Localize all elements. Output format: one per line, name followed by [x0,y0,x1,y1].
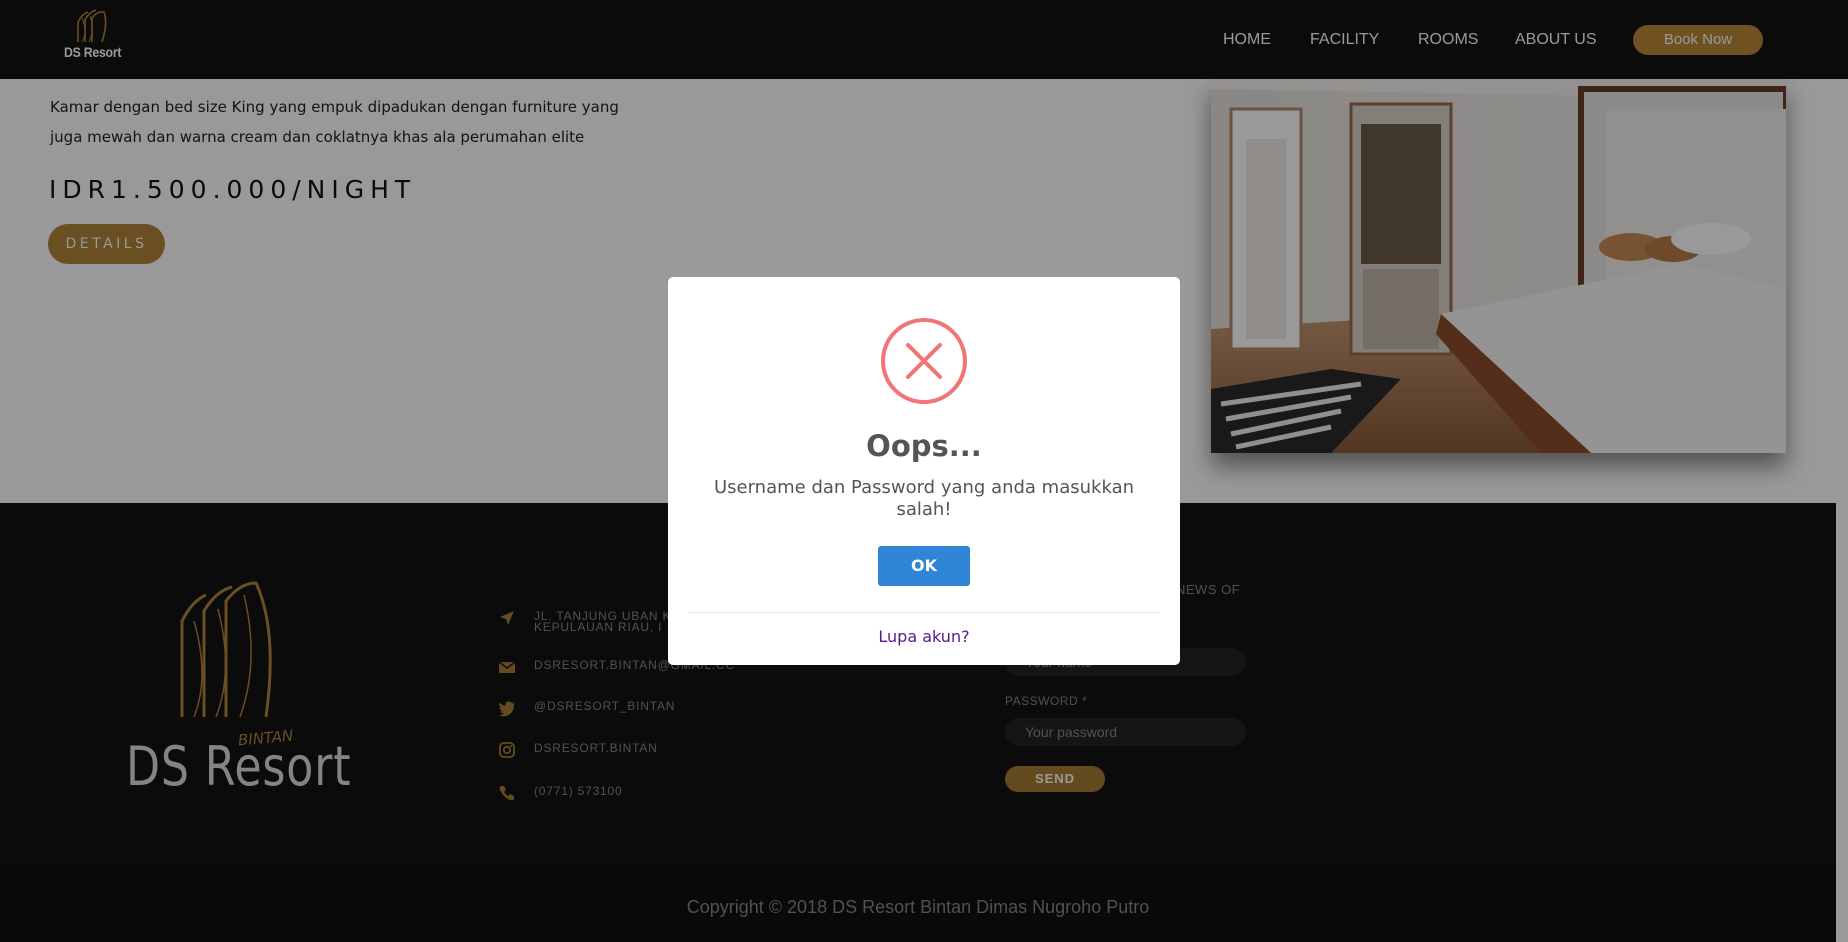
dialog-message: Username dan Password yang anda masukkan… [713,477,1135,520]
dialog-divider [688,612,1160,613]
error-x-icon [881,318,967,404]
ok-button[interactable]: OK [878,546,970,586]
error-dialog: Oops... Username dan Password yang anda … [668,277,1180,665]
forgot-account-link[interactable]: Lupa akun? [668,627,1180,646]
dialog-title: Oops... [866,429,982,463]
